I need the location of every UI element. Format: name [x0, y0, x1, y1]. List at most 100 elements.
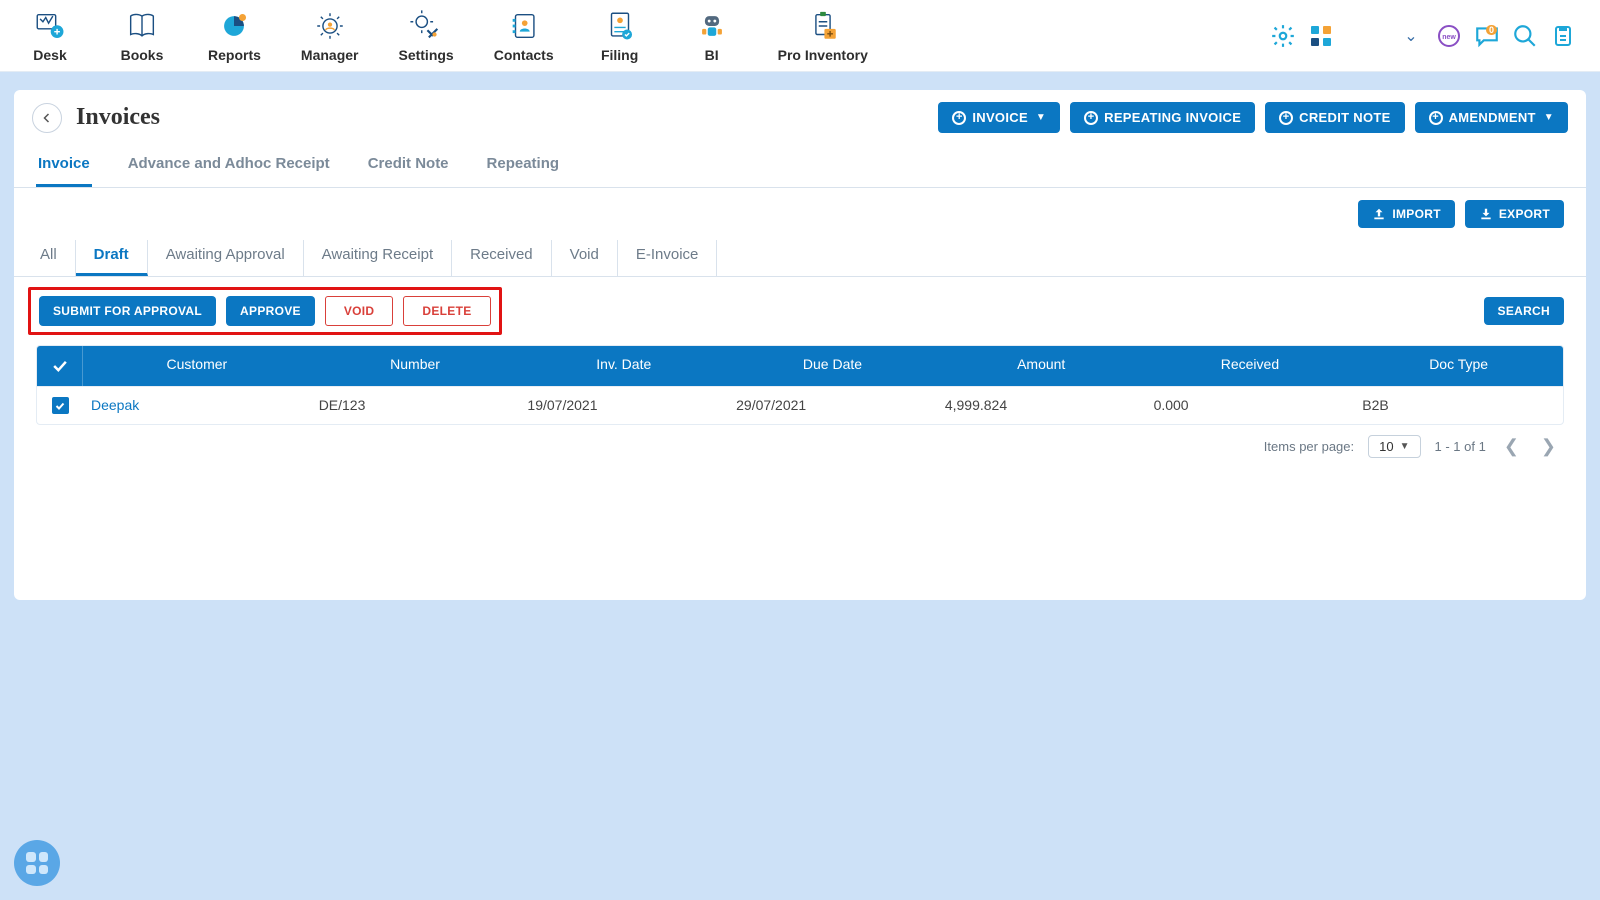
table-header: Customer Number Inv. Date Due Date Amoun… [37, 346, 1563, 386]
import-button[interactable]: IMPORT [1358, 200, 1454, 228]
new-repeating-invoice-button[interactable]: + REPEATING INVOICE [1070, 102, 1255, 133]
status-filter-tabs: All Draft Awaiting Approval Awaiting Rec… [14, 236, 1586, 277]
upload-icon [1372, 207, 1386, 221]
clipboard-icon[interactable] [1550, 23, 1576, 49]
primary-actions: + INVOICE ▼ + REPEATING INVOICE + CREDIT… [938, 102, 1568, 133]
th-due-date[interactable]: Due Date [728, 346, 937, 386]
bulk-action-highlight: SUBMIT FOR APPROVAL APPROVE VOID DELETE [28, 287, 502, 335]
submit-for-approval-button[interactable]: SUBMIT FOR APPROVAL [39, 296, 216, 326]
tab-invoice[interactable]: Invoice [36, 149, 92, 187]
tab-advance-receipt[interactable]: Advance and Adhoc Receipt [126, 149, 332, 187]
th-doc-type[interactable]: Doc Type [1354, 346, 1563, 386]
nav-item-manager[interactable]: Manager [301, 9, 359, 63]
void-button[interactable]: VOID [325, 296, 394, 326]
nav-item-filing[interactable]: Filing [594, 9, 646, 63]
gear-icon[interactable] [1270, 23, 1296, 49]
filter-e-invoice[interactable]: E-Invoice [618, 240, 718, 276]
nav-item-books[interactable]: Books [116, 9, 168, 63]
search-button[interactable]: SEARCH [1484, 297, 1564, 325]
nav-label: BI [705, 47, 719, 63]
button-label: EXPORT [1499, 207, 1550, 221]
items-per-page-label: Items per page: [1264, 439, 1354, 454]
th-inv-date[interactable]: Inv. Date [519, 346, 728, 386]
type-tabs: Invoice Advance and Adhoc Receipt Credit… [14, 141, 1586, 188]
books-icon [125, 9, 159, 43]
check-icon [54, 400, 66, 412]
plus-circle-icon: + [1429, 111, 1443, 125]
cell-customer[interactable]: Deepak [83, 387, 311, 424]
th-amount[interactable]: Amount [937, 346, 1146, 386]
tab-repeating[interactable]: Repeating [485, 149, 562, 187]
nav-label: Books [121, 47, 164, 63]
button-label: IMPORT [1392, 207, 1440, 221]
back-button[interactable] [32, 103, 62, 133]
nav-label: Contacts [494, 47, 554, 63]
import-export-row: IMPORT EXPORT [14, 188, 1586, 236]
manager-icon [313, 9, 347, 43]
new-amendment-button[interactable]: + AMENDMENT ▼ [1415, 102, 1568, 133]
nav-item-proinventory[interactable]: Pro Inventory [778, 9, 868, 63]
cell-number: DE/123 [311, 387, 520, 424]
caret-down-icon: ▼ [1036, 112, 1046, 123]
nav-label: Reports [208, 47, 261, 63]
th-number[interactable]: Number [311, 346, 520, 386]
plus-circle-icon: + [1084, 111, 1098, 125]
filter-received[interactable]: Received [452, 240, 552, 276]
bulk-action-row: SUBMIT FOR APPROVAL APPROVE VOID DELETE … [14, 277, 1586, 345]
page-size-select[interactable]: 10 ▼ [1368, 435, 1420, 458]
settings-icon [409, 9, 443, 43]
filter-awaiting-approval[interactable]: Awaiting Approval [148, 240, 304, 276]
th-received[interactable]: Received [1146, 346, 1355, 386]
check-icon [50, 356, 70, 376]
nav-label: Desk [33, 47, 66, 63]
filter-awaiting-receipt[interactable]: Awaiting Receipt [304, 240, 452, 276]
caret-down-icon: ▼ [1400, 441, 1410, 452]
search-icon[interactable] [1512, 23, 1538, 49]
filter-draft[interactable]: Draft [76, 240, 148, 276]
nav-item-reports[interactable]: Reports [208, 9, 261, 63]
prev-page-button[interactable]: ❮ [1500, 436, 1523, 457]
new-badge-icon[interactable]: new [1436, 23, 1462, 49]
app-launcher-fab[interactable] [14, 840, 60, 886]
cell-inv-date: 19/07/2021 [519, 387, 728, 424]
nav-label: Manager [301, 47, 359, 63]
cell-doc-type: B2B [1354, 387, 1563, 424]
nav-item-desk[interactable]: Desk [24, 9, 76, 63]
table-row[interactable]: Deepak DE/123 19/07/2021 29/07/2021 4,99… [37, 386, 1563, 424]
nav-items: Desk Books Reports Manager Settings Cont… [24, 9, 868, 63]
select-all-checkbox[interactable] [37, 346, 83, 386]
chat-icon[interactable]: 0 [1474, 23, 1500, 49]
nav-label: Settings [398, 47, 453, 63]
card-header: Invoices + INVOICE ▼ + REPEATING INVOICE… [14, 102, 1586, 141]
new-credit-note-button[interactable]: + CREDIT NOTE [1265, 102, 1404, 133]
nav-item-settings[interactable]: Settings [398, 9, 453, 63]
inventory-icon [806, 9, 840, 43]
row-checkbox-cell[interactable] [37, 387, 83, 424]
filter-all[interactable]: All [36, 240, 76, 276]
cell-due-date: 29/07/2021 [728, 387, 937, 424]
th-customer[interactable]: Customer [83, 346, 311, 386]
next-page-button[interactable]: ❯ [1537, 436, 1560, 457]
button-label: INVOICE [972, 110, 1028, 125]
delete-button[interactable]: DELETE [403, 296, 490, 326]
contacts-icon [507, 9, 541, 43]
bi-icon [695, 9, 729, 43]
notification-count: 0 [1486, 25, 1497, 35]
new-invoice-button[interactable]: + INVOICE ▼ [938, 102, 1060, 133]
filter-void[interactable]: Void [552, 240, 618, 276]
top-nav: Desk Books Reports Manager Settings Cont… [0, 0, 1600, 72]
export-button[interactable]: EXPORT [1465, 200, 1564, 228]
download-icon [1479, 207, 1493, 221]
main-card: Invoices + INVOICE ▼ + REPEATING INVOICE… [14, 90, 1586, 600]
cell-received: 0.000 [1146, 387, 1355, 424]
nav-item-bi[interactable]: BI [686, 9, 738, 63]
svg-text:new: new [1442, 34, 1456, 41]
chevron-down-icon[interactable]: ⌄ [1398, 23, 1424, 49]
apps-icon[interactable] [1308, 23, 1334, 49]
approve-button[interactable]: APPROVE [226, 296, 315, 326]
caret-down-icon: ▼ [1544, 112, 1554, 123]
nav-item-contacts[interactable]: Contacts [494, 9, 554, 63]
row-checkbox[interactable] [52, 397, 69, 414]
page-size-value: 10 [1379, 439, 1393, 454]
tab-credit-note[interactable]: Credit Note [366, 149, 451, 187]
